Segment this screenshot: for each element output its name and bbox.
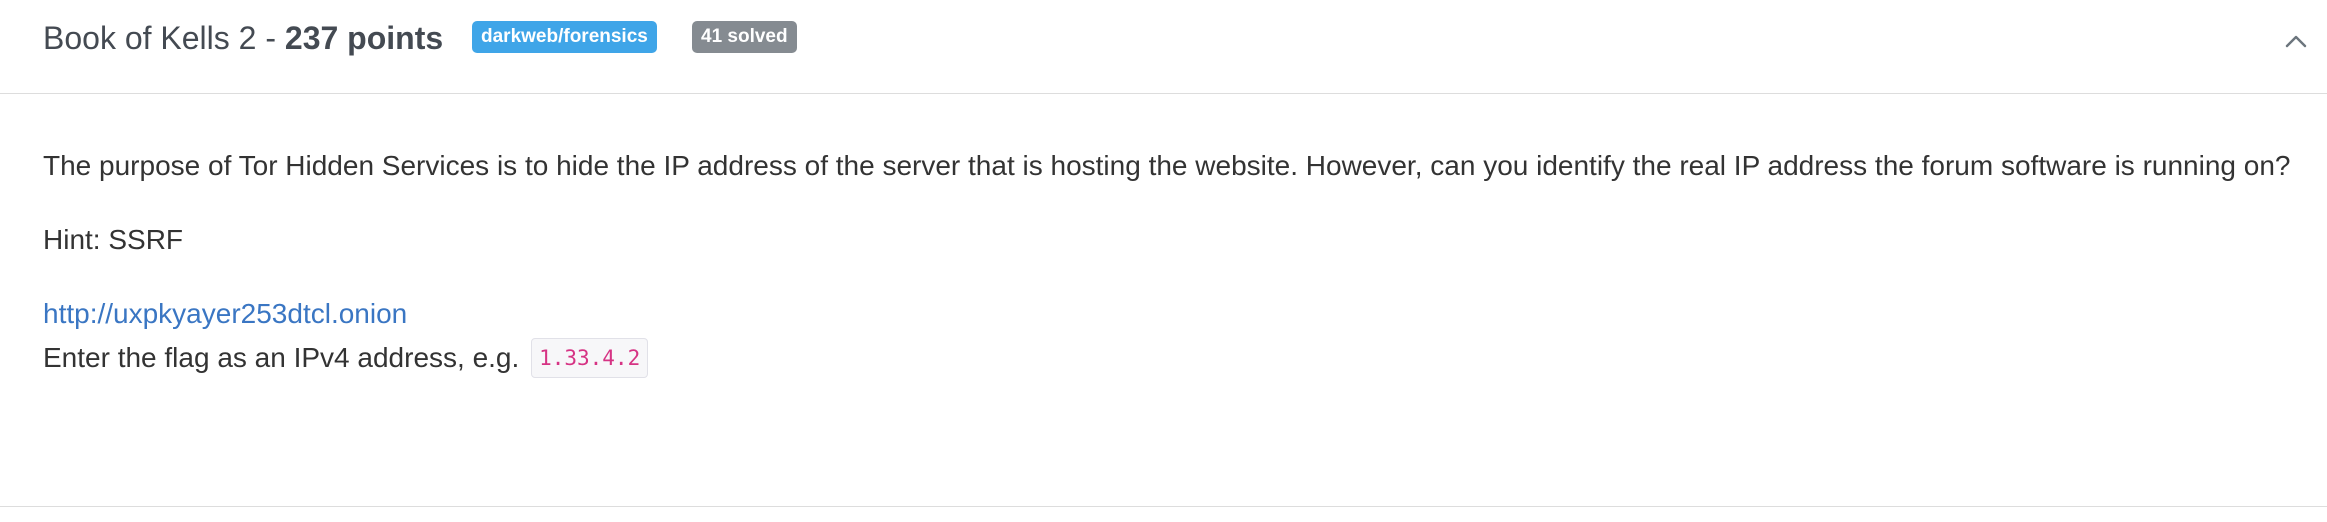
collapse-toggle-button[interactable] [2281,26,2311,56]
challenge-name: Book of Kells 2 - [43,20,285,56]
challenge-points: 237 points [284,20,444,56]
solved-count-badge: 41 solved [692,21,797,53]
challenge-hint: Hint: SSRF [43,224,184,255]
category-badge: darkweb/forensics [472,21,657,53]
flag-format-line: Enter the flag as an IPv4 address, e.g. … [43,338,649,378]
challenge-card: Book of Kells 2 - 237 points darkweb/for… [0,0,2327,507]
challenge-description: The purpose of Tor Hidden Services is to… [43,150,2291,181]
flag-instruction: Enter the flag as an IPv4 address, e.g. [43,342,520,373]
challenge-link-line: http://uxpkyayer253dtcl.onion [43,294,407,334]
challenge-header[interactable]: Book of Kells 2 - 237 points darkweb/for… [0,0,2327,94]
chevron-up-icon [2285,35,2307,48]
onion-link[interactable]: http://uxpkyayer253dtcl.onion [43,298,407,329]
flag-example-code: 1.33.4.2 [531,338,649,378]
challenge-title: Book of Kells 2 - 237 points [43,14,443,62]
